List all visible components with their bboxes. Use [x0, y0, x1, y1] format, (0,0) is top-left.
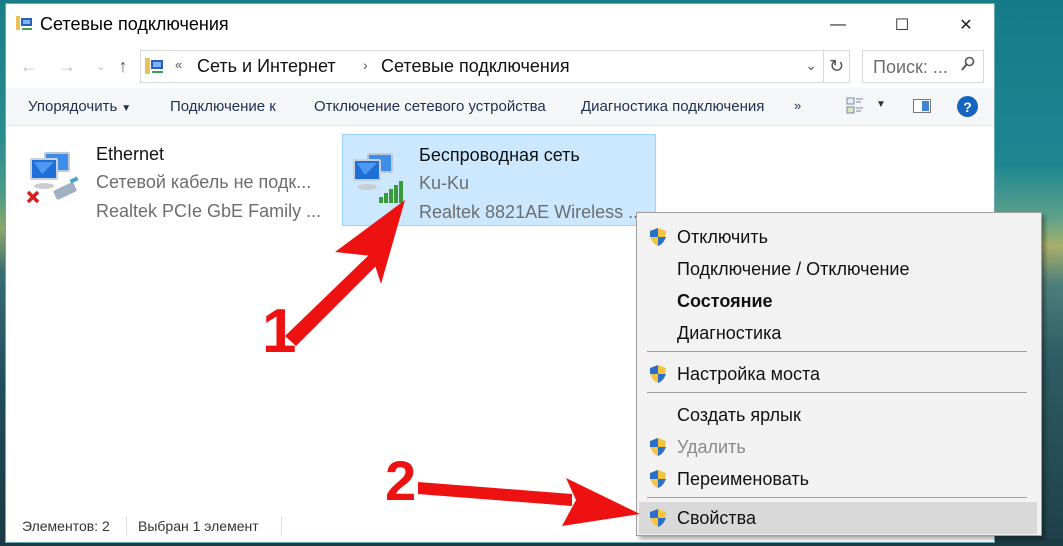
title-bar: Сетевые подключения — ☐ ✕	[6, 4, 994, 44]
menu-item-properties[interactable]: Свойства	[639, 502, 1037, 534]
close-icon: ✕	[959, 17, 973, 34]
minimize-button[interactable]: —	[808, 8, 868, 42]
menu-separator	[647, 497, 1027, 498]
diagnose-connection-button[interactable]: Диагностика подключения	[581, 98, 764, 115]
refresh-icon: ↻	[828, 56, 845, 76]
preview-pane-icon[interactable]	[913, 99, 931, 113]
up-button[interactable]: ↑	[110, 52, 136, 80]
menu-item-label: Переименовать	[677, 469, 809, 489]
caret-down-icon: ▼	[121, 103, 132, 114]
uac-shield-icon	[650, 228, 666, 246]
search-input[interactable]: Поиск: ...	[862, 50, 984, 83]
menu-item-status[interactable]: Состояние	[639, 285, 1037, 317]
menu-item-connect-disconnect[interactable]: Подключение / Отключение	[639, 253, 1037, 285]
connection-name: Ethernet	[96, 144, 165, 164]
uac-shield-icon	[650, 438, 666, 456]
forward-button[interactable]: →	[54, 52, 80, 80]
menu-item-label: Состояние	[677, 291, 773, 311]
connection-status: Ku-Ku	[419, 173, 470, 193]
wifi-connected-icon	[353, 153, 403, 203]
search-icon	[961, 56, 975, 77]
menu-separator	[647, 351, 1027, 352]
menu-item-delete: Удалить	[639, 431, 1037, 463]
uac-shield-icon	[650, 470, 666, 488]
connection-adapter: Realtek 8821AE Wireless ...	[419, 202, 644, 222]
uac-shield-icon	[650, 509, 666, 527]
menu-item-diagnose[interactable]: Диагностика	[639, 317, 1037, 349]
connection-adapter: Realtek PCIe GbE Family ...	[96, 201, 322, 221]
item-count: Элементов: 2	[22, 518, 110, 534]
breadcrumb-separator-icon[interactable]: ›	[363, 57, 368, 73]
connection-item-ethernet[interactable]: Ethernet Сетевой кабель не подк... Realt…	[20, 134, 340, 226]
help-icon[interactable]: ?	[957, 96, 978, 117]
arrow-right-icon: →	[58, 55, 76, 76]
back-button[interactable]: ←	[16, 52, 42, 80]
menu-item-rename[interactable]: Переименовать	[639, 463, 1037, 495]
menu-item-create-shortcut[interactable]: Создать ярлык	[639, 399, 1037, 431]
menu-item-label: Настройка моста	[677, 364, 821, 384]
breadcrumb-network-connections[interactable]: Сетевые подключения	[381, 56, 570, 77]
menu-item-label: Диагностика	[677, 323, 782, 343]
status-divider	[281, 516, 282, 536]
more-commands-button[interactable]: »	[794, 98, 801, 113]
breadcrumb-overflow[interactable]: «	[175, 57, 182, 72]
arrow-left-icon: ←	[20, 55, 38, 76]
menu-item-label: Удалить	[677, 437, 746, 457]
organize-label: Упорядочить	[28, 98, 118, 115]
menu-item-label: Создать ярлык	[677, 405, 801, 425]
view-options-caret-icon[interactable]: ▼	[876, 99, 886, 110]
network-folder-icon	[145, 58, 163, 74]
refresh-button[interactable]: ↻	[824, 50, 850, 83]
minimize-icon: —	[830, 16, 846, 33]
disable-device-button[interactable]: Отключение сетевого устройства	[314, 98, 546, 115]
connect-to-button[interactable]: Подключение к	[170, 98, 276, 115]
close-button[interactable]: ✕	[936, 8, 996, 42]
menu-item-label: Подключение / Отключение	[677, 259, 910, 279]
organize-button[interactable]: Упорядочить ▼	[28, 98, 131, 115]
maximize-button[interactable]: ☐	[872, 8, 932, 42]
change-view-icon[interactable]	[846, 96, 866, 116]
connection-status: Сетевой кабель не подк...	[96, 172, 312, 192]
context-menu: Отключить Подключение / Отключение Состо…	[636, 212, 1042, 536]
address-bar[interactable]: « Сеть и Интернет › Сетевые подключения …	[140, 50, 824, 83]
menu-item-label: Свойства	[677, 508, 757, 528]
breadcrumb-network-internet[interactable]: Сеть и Интернет	[197, 56, 336, 77]
status-divider	[126, 516, 127, 536]
menu-item-label: Отключить	[677, 227, 768, 247]
maximize-icon: ☐	[894, 17, 910, 34]
address-dropdown-icon[interactable]: ⌄	[805, 57, 817, 74]
menu-separator	[647, 392, 1027, 393]
connection-name: Беспроводная сеть	[419, 145, 580, 165]
command-bar: Упорядочить ▼ Подключение к Отключение се…	[6, 88, 994, 126]
navigation-bar: ← → ⌄ ↑ « Сеть и Интернет › Сетевые подк…	[6, 48, 994, 84]
selection-count: Выбран 1 элемент	[138, 518, 259, 534]
menu-item-disable[interactable]: Отключить	[639, 221, 1037, 253]
connection-item-wireless[interactable]: Беспроводная сеть Ku-Ku Realtek 8821AE W…	[342, 134, 656, 226]
menu-item-bridge[interactable]: Настройка моста	[639, 358, 1037, 390]
uac-shield-icon	[650, 365, 666, 383]
window-title: Сетевые подключения	[40, 14, 229, 34]
search-placeholder: Поиск: ...	[873, 57, 948, 77]
ethernet-disconnected-icon	[26, 152, 79, 204]
chevron-down-icon: ⌄	[96, 60, 106, 73]
network-connections-icon	[16, 16, 32, 30]
arrow-up-icon: ↑	[118, 55, 128, 76]
